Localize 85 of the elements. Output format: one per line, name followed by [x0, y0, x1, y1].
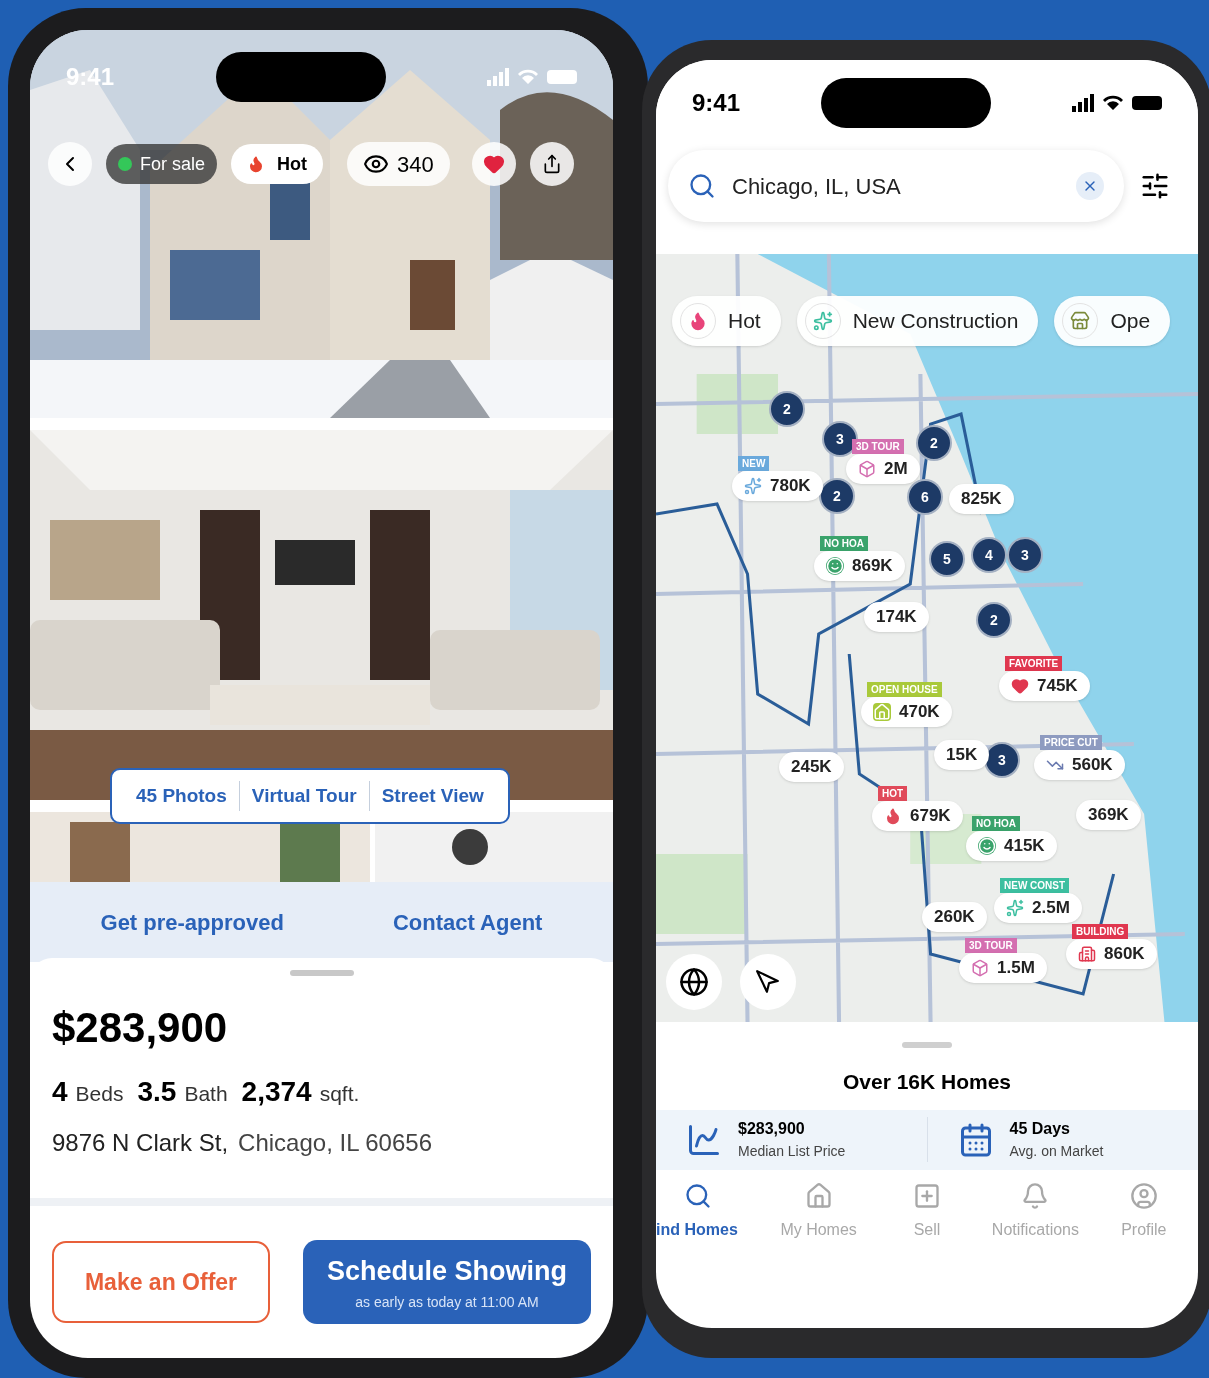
- listing-tag: NEW: [738, 456, 770, 471]
- street-address: 9876 N Clark St,: [52, 1128, 229, 1158]
- price-marker[interactable]: 1.5M: [959, 953, 1047, 983]
- house-icon: [873, 703, 891, 721]
- action-link[interactable]: Get pre-approved: [100, 905, 284, 939]
- status-label: For sale: [140, 152, 206, 176]
- nav-tab[interactable]: ind Homes: [656, 1181, 765, 1242]
- price-marker[interactable]: 679K: [872, 801, 963, 831]
- search-field[interactable]: Chicago, IL, USA: [668, 150, 1124, 222]
- price-marker[interactable]: 260K: [922, 902, 987, 932]
- fact-value: 3.5: [137, 1075, 177, 1109]
- fact-unit: Beds: [75, 1081, 124, 1107]
- navigation-arrow-icon: [755, 969, 781, 995]
- globe-icon: [679, 967, 709, 997]
- price-marker[interactable]: 174K: [864, 602, 929, 632]
- price-marker[interactable]: 780K: [732, 471, 823, 501]
- sparkle-icon: [744, 477, 762, 495]
- hot-label: Hot: [277, 152, 308, 176]
- stat-value: 45 Days: [1009, 1119, 1071, 1139]
- sparkle-icon: [1006, 899, 1024, 917]
- price-marker[interactable]: 745K: [999, 671, 1090, 701]
- filter-chip[interactable]: Ope: [1054, 296, 1171, 346]
- price-marker[interactable]: 860K: [1066, 939, 1157, 969]
- media-tab[interactable]: 45 Photos: [124, 781, 239, 811]
- plus-square-icon: [913, 1181, 941, 1210]
- listing-tag: OPEN HOUSE: [867, 682, 942, 697]
- price-marker[interactable]: 2.5M: [994, 893, 1082, 923]
- price-marker[interactable]: 415K: [966, 831, 1057, 861]
- house-icon: [804, 1181, 833, 1210]
- listing-tag: 3D TOUR: [852, 439, 904, 454]
- listing-tag: BUILDING: [1072, 924, 1129, 939]
- search-input[interactable]: Chicago, IL, USA: [732, 169, 1060, 203]
- media-tab[interactable]: Street View: [369, 781, 496, 811]
- search-icon: [688, 172, 716, 200]
- wifi-icon: [1102, 95, 1124, 111]
- cube-icon: [971, 959, 989, 977]
- price-marker[interactable]: 470K: [861, 697, 952, 727]
- status-time: 9:41: [692, 88, 741, 118]
- profile-icon: [1129, 1181, 1158, 1210]
- views-count: 340: [397, 150, 434, 179]
- fact-unit: Bath: [184, 1081, 228, 1107]
- action-link[interactable]: Contact Agent: [392, 905, 543, 939]
- fact-value: 4: [52, 1075, 68, 1109]
- listing-tag: HOT: [878, 786, 908, 801]
- schedule-showing-button[interactable]: Schedule Showing as early as today at 11:00 AM: [303, 1240, 591, 1324]
- flame-icon: [884, 807, 902, 825]
- listing-tag: NO HOA: [972, 816, 1020, 831]
- listing-tag: PRICE CUT: [1040, 735, 1102, 750]
- price-marker[interactable]: 825K: [949, 484, 1014, 514]
- price-marker[interactable]: 245K: [779, 752, 844, 782]
- listing-tag: NO HOA: [820, 536, 868, 551]
- battery-icon: [547, 70, 577, 84]
- filter-chip[interactable]: New Construction: [796, 296, 1039, 346]
- signal-icon: [1072, 94, 1094, 112]
- listing-tag: NEW CONST: [1000, 878, 1070, 893]
- price-marker[interactable]: 369K: [1076, 800, 1141, 830]
- price-marker[interactable]: 2M: [846, 454, 920, 484]
- building-icon: [1078, 945, 1096, 963]
- search-icon: [684, 1181, 712, 1210]
- signal-icon: [487, 68, 509, 86]
- listing-tag: FAVORITE: [1005, 656, 1063, 671]
- fact-unit: sqft.: [319, 1081, 360, 1107]
- price-marker[interactable]: 869K: [814, 551, 905, 581]
- stat-label: Avg. on Market: [1009, 1142, 1104, 1161]
- smiley-icon: [826, 557, 844, 575]
- heart-icon: [482, 153, 505, 175]
- filter-chip[interactable]: Hot: [672, 296, 781, 346]
- heart-icon: [1011, 677, 1029, 695]
- cube-icon: [858, 460, 876, 478]
- filter-icon[interactable]: [1140, 171, 1170, 201]
- media-tab[interactable]: Virtual Tour: [239, 781, 369, 811]
- fact-value: 2,374: [241, 1075, 312, 1109]
- smiley-icon: [978, 837, 996, 855]
- listing-tag: 3D TOUR: [965, 938, 1017, 953]
- city-address: Chicago, IL 60656: [238, 1128, 432, 1158]
- results-title: Over 16K Homes: [842, 1069, 1012, 1095]
- price-marker[interactable]: 15K: [934, 740, 990, 770]
- wifi-icon: [517, 69, 539, 85]
- stat-value: $283,900: [738, 1119, 806, 1139]
- clear-button[interactable]: [1076, 172, 1104, 200]
- price-marker[interactable]: 560K: [1034, 750, 1125, 780]
- listing-price: $283,900: [52, 1003, 229, 1053]
- bell-icon: [1021, 1181, 1050, 1210]
- stat-label: Median List Price: [738, 1142, 846, 1161]
- battery-icon: [1132, 96, 1162, 110]
